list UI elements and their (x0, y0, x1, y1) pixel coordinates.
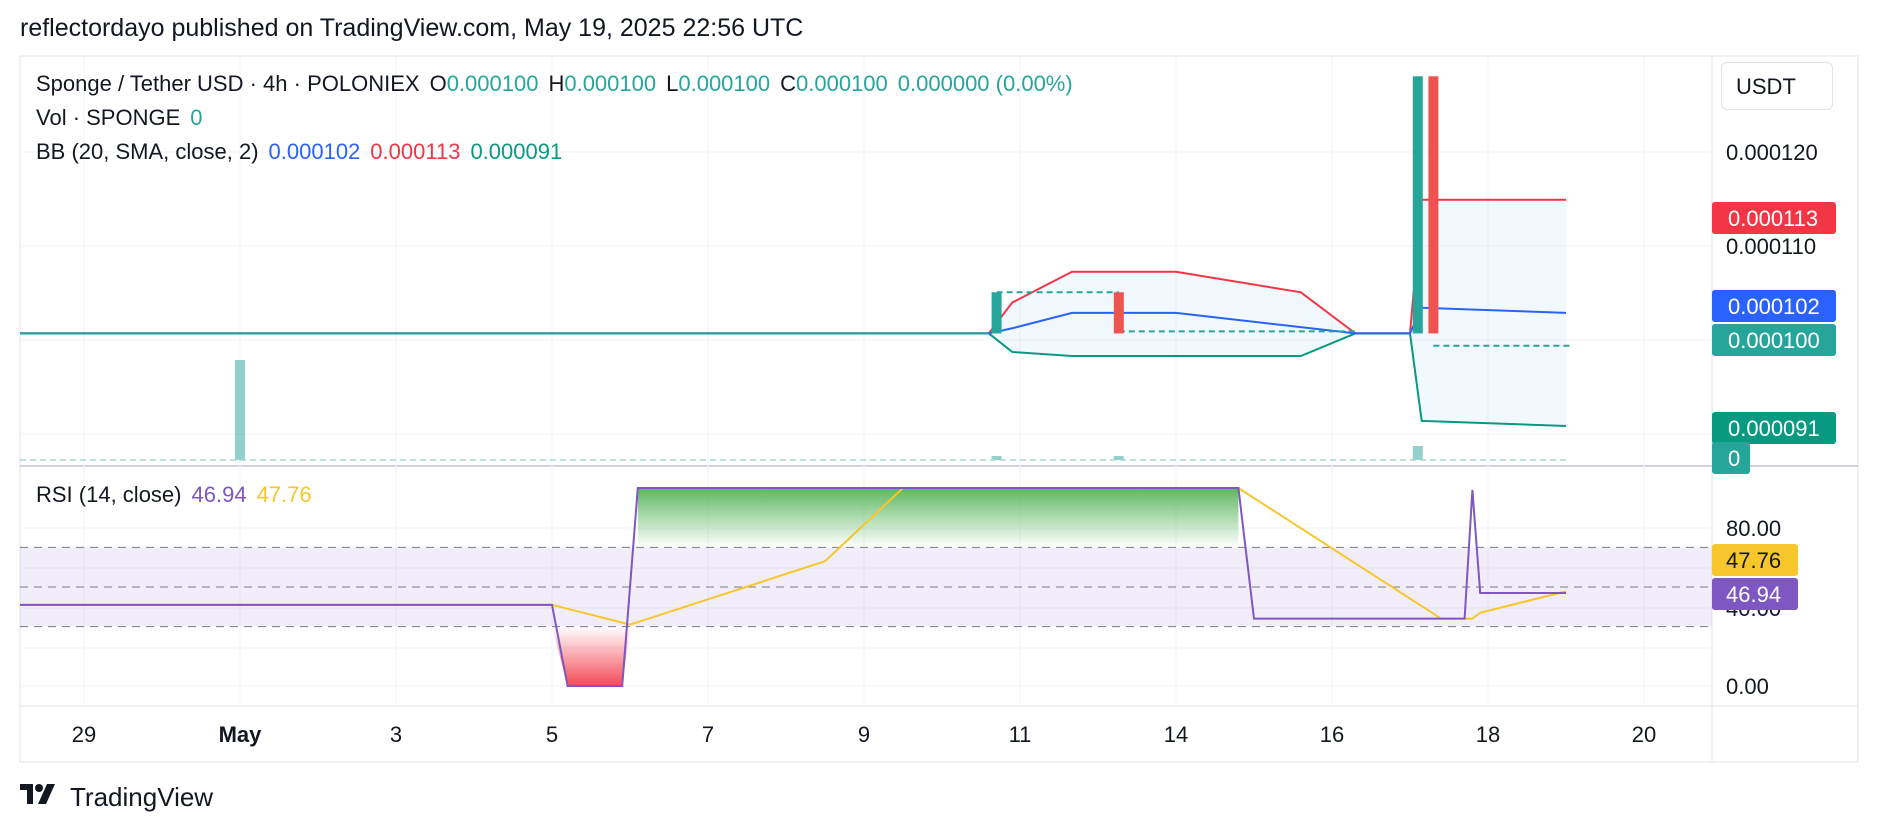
time-tick: 9 (858, 722, 870, 747)
candle (991, 292, 1002, 334)
symbol-legend: Sponge / Tether USD · 4h · POLONIEX O0.00… (36, 71, 1083, 97)
time-tick: 14 (1164, 722, 1188, 747)
bb-label[interactable]: BB (20, SMA, close, 2) (36, 139, 259, 164)
bb-lower-line (20, 332, 1567, 427)
price-tick: 0.000110 (1726, 234, 1816, 259)
price-badge-label: 0.000091 (1728, 416, 1820, 441)
time-tick: 7 (702, 722, 714, 747)
bb-lower-value: 0.000091 (470, 139, 563, 164)
time-tick: 18 (1476, 722, 1500, 747)
high-label: H (548, 71, 565, 96)
bb-upper-value: 0.000113 (370, 139, 461, 164)
candle (1113, 292, 1124, 334)
volume-bar (1412, 446, 1423, 460)
price-badge-label: 0.000102 (1728, 294, 1820, 319)
volume-bar (235, 360, 245, 460)
price-badge-label: 0.000100 (1728, 328, 1820, 353)
time-tick: 5 (546, 722, 558, 747)
volume-label[interactable]: Vol · SPONGE (36, 105, 180, 130)
close-label: C (780, 71, 797, 96)
open-value: 0.000100 (446, 71, 539, 96)
low-value: 0.000100 (678, 71, 771, 96)
bb-upper-line (20, 198, 1566, 335)
time-tick: 20 (1632, 722, 1656, 747)
rsi-tick: 0.00 (1726, 674, 1769, 699)
time-tick: 3 (390, 722, 402, 747)
candle (1428, 76, 1439, 334)
price-badge-label: 0 (1728, 446, 1740, 471)
symbol-name[interactable]: Sponge / Tether USD · 4h · POLONIEX (36, 71, 420, 96)
price-badge-label: 0.000113 (1728, 206, 1818, 231)
volume-value: 0 (190, 105, 203, 130)
time-tick: 29 (72, 722, 96, 747)
bb-fill (20, 199, 1566, 426)
rsi-badge-label: 47.76 (1726, 548, 1781, 573)
rsi-badge-label: 46.94 (1726, 582, 1781, 607)
time-tick: 11 (1009, 722, 1032, 747)
change-value: 0.000000 (0.00%) (897, 71, 1073, 96)
rsi-legend: RSI (14, close) 46.94 47.76 (36, 482, 322, 508)
brand-name: TradingView (70, 782, 214, 812)
bb-basis-value: 0.000102 (268, 139, 361, 164)
chart-canvas[interactable]: 0.0001200.0001100.0001130.0001020.000100… (0, 0, 1878, 832)
rsi-ma-value: 47.76 (256, 482, 312, 507)
tradingview-logo[interactable]: TradingView (20, 782, 213, 813)
time-tick: May (219, 722, 263, 747)
high-value: 0.000100 (564, 71, 657, 96)
open-label: O (429, 71, 447, 96)
volume-legend: Vol · SPONGE 0 (36, 105, 213, 131)
low-label: L (666, 71, 679, 96)
time-tick: 16 (1320, 722, 1344, 747)
rsi-oversold-fill (552, 626, 630, 686)
candle (1412, 76, 1423, 334)
rsi-value: 46.94 (191, 482, 247, 507)
price-tick: 0.000120 (1726, 140, 1818, 165)
bb-legend: BB (20, SMA, close, 2) 0.000102 0.000113 0.… (36, 139, 572, 165)
close-value: 0.000100 (796, 71, 888, 96)
rsi-overbought-fill (637, 488, 1239, 548)
currency-selector[interactable]: USDT (1721, 62, 1833, 110)
rsi-tick: 80.00 (1726, 516, 1781, 541)
tv-logo-icon (20, 782, 62, 813)
rsi-label[interactable]: RSI (14, close) (36, 482, 182, 507)
